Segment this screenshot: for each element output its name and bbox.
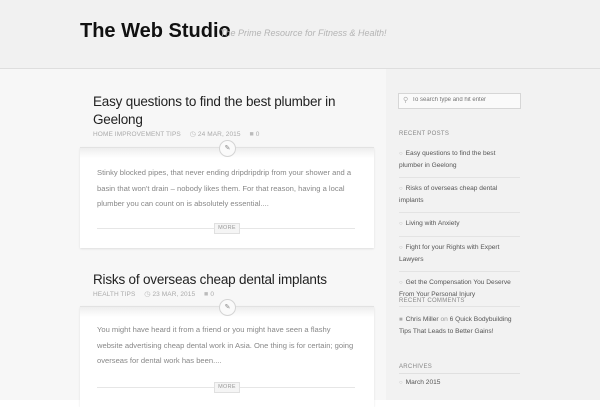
- recent-posts-title: RECENT POSTS: [399, 131, 450, 137]
- bullet-icon: ○: [399, 380, 403, 386]
- post-category[interactable]: HEALTH TIPS: [93, 291, 135, 298]
- post-comment-count[interactable]: 0: [256, 131, 260, 138]
- recent-post-label: Fight for your Rights with Expert Lawyer…: [399, 244, 500, 263]
- archive-link[interactable]: ○ March 2015: [399, 379, 440, 386]
- bullet-icon: ○: [399, 186, 403, 192]
- more-button[interactable]: MORE: [214, 223, 240, 234]
- recent-post-link[interactable]: ○ Risks of overseas cheap dental implants: [399, 178, 520, 213]
- comment-author[interactable]: Chris Miller: [406, 316, 439, 323]
- search-input[interactable]: [412, 97, 516, 103]
- search-icon: ⚲: [403, 97, 409, 104]
- post-date: 23 MAR, 2015: [152, 291, 196, 298]
- recent-post-label: Living with Anxiety: [405, 220, 460, 227]
- recent-comment: ■ Chris Miller on 6 Quick Bodybuilding Ti…: [399, 314, 520, 337]
- recent-post-label: Get the Compensation You Deserve From Yo…: [399, 279, 511, 298]
- more-button[interactable]: MORE: [214, 382, 240, 393]
- divider: [399, 373, 520, 374]
- bullet-icon: ○: [399, 245, 403, 251]
- post-excerpt: Stinky blocked pipes, that never ending …: [97, 168, 352, 208]
- recent-post-link[interactable]: ○ Living with Anxiety: [399, 213, 520, 237]
- site-tagline: The Prime Resource for Fitness & Health!: [220, 28, 387, 38]
- more-row: MORE: [97, 223, 355, 234]
- post-title[interactable]: Easy questions to find the best plumber …: [93, 93, 353, 129]
- recent-comments-title: RECENT COMMENTS: [399, 298, 465, 304]
- clock-icon: ◷: [189, 131, 196, 138]
- comment-on-label: on: [440, 316, 448, 323]
- comment-bubble-icon: ■: [249, 131, 254, 138]
- comment-icon: ■: [399, 317, 403, 323]
- clock-icon: ◷: [144, 291, 151, 298]
- archives-title: ARCHIVES: [399, 364, 433, 370]
- post-card: ✎ Stinky blocked pipes, that never endin…: [80, 140, 374, 248]
- post-excerpt: You might have heard it from a friend or…: [97, 325, 354, 365]
- post-date: 24 MAR, 2015: [197, 131, 241, 138]
- recent-posts-list: ○ Easy questions to find the best plumber…: [399, 143, 520, 307]
- bullet-icon: ○: [399, 280, 403, 286]
- post-meta: HEALTH TIPS ◷ 23 MAR, 2015 ■ 0: [93, 290, 214, 298]
- pencil-icon: ✎: [219, 299, 236, 316]
- post-title[interactable]: Risks of overseas cheap dental implants: [93, 271, 353, 289]
- search-box[interactable]: ⚲: [398, 93, 521, 109]
- post-card: ✎ You might have heard it from a friend …: [80, 299, 374, 407]
- post-meta: HOME IMPROVEMENT TIPS ◷ 24 MAR, 2015 ■ 0: [93, 130, 259, 138]
- recent-post-label: Risks of overseas cheap dental implants: [399, 185, 498, 204]
- archive-label: March 2015: [405, 379, 441, 386]
- more-row: MORE: [97, 382, 355, 393]
- bullet-icon: ○: [399, 151, 403, 157]
- site-header: The Web Studio The Prime Resource for Fi…: [0, 0, 600, 69]
- recent-post-link[interactable]: ○ Easy questions to find the best plumber…: [399, 143, 520, 178]
- comment-bubble-icon: ■: [204, 291, 209, 298]
- site-title[interactable]: The Web Studio: [80, 20, 231, 43]
- bullet-icon: ○: [399, 221, 403, 227]
- recent-post-label: Easy questions to find the best plumber …: [399, 150, 496, 169]
- pencil-icon: ✎: [219, 140, 236, 157]
- post-category[interactable]: HOME IMPROVEMENT TIPS: [93, 131, 181, 138]
- recent-post-link[interactable]: ○ Fight for your Rights with Expert Lawye…: [399, 237, 520, 272]
- post-comment-count[interactable]: 0: [210, 291, 214, 298]
